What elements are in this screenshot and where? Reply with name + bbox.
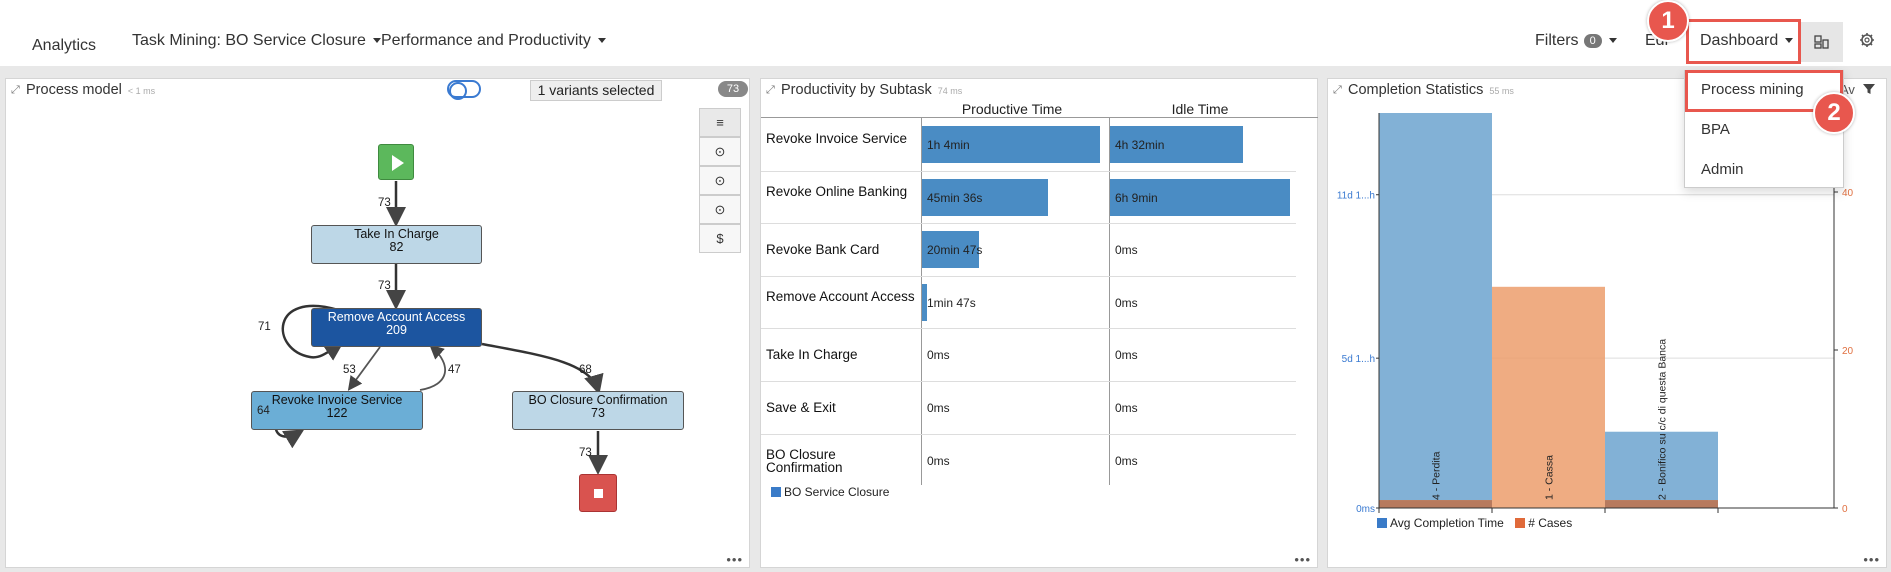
- productive-value: 45min 36s: [927, 190, 983, 205]
- y-right-tick-label: 40: [1842, 188, 1854, 199]
- row-label: Remove Account Access: [766, 288, 915, 304]
- row-divider: [761, 328, 1296, 330]
- y-left-tick-label: 5d 1...h: [1342, 354, 1375, 365]
- row-divider: [761, 170, 1296, 172]
- row-label: Take In Charge: [766, 347, 858, 363]
- expand-icon[interactable]: ⤢: [766, 84, 775, 97]
- edge-label: 73: [579, 447, 592, 459]
- layout-icon: [1814, 35, 1829, 49]
- node-take-in-charge[interactable]: Take In Charge 82: [311, 225, 482, 264]
- idle-value: 0ms: [1115, 295, 1138, 310]
- idle-value: 0ms: [1115, 453, 1138, 468]
- y-right-tick-label: 0: [1842, 504, 1848, 515]
- legend-swatch: [771, 487, 781, 497]
- y-left-tick-label: 0ms: [1356, 504, 1375, 515]
- row-label: Revoke Invoice Service: [766, 131, 908, 146]
- edge-label: 73: [378, 280, 391, 292]
- overlap-bar: [1605, 500, 1718, 508]
- axis-idle: [1109, 117, 1110, 485]
- legend-swatch-avg: [1377, 518, 1387, 528]
- legend-swatch-cases: [1515, 518, 1526, 528]
- row-divider: [761, 433, 1296, 435]
- highlight-dashboard: [1686, 19, 1801, 64]
- row-label: BO Closure Confirmation: [766, 446, 843, 475]
- category-label: 2 - Bonifico su c/c di questa Banca: [1657, 339, 1669, 500]
- filters-count-badge: 0: [1583, 34, 1602, 48]
- end-node[interactable]: [579, 474, 617, 512]
- row-label: Revoke Online Banking: [766, 183, 908, 199]
- node-remove-account-access[interactable]: Remove Account Access 209: [311, 308, 482, 347]
- productive-value: 20min 47s: [927, 243, 983, 258]
- edge-label: 71: [258, 321, 271, 333]
- category-label: 4 - Perdita: [1431, 451, 1443, 500]
- header-divider: [761, 117, 1318, 118]
- filters-menu[interactable]: Filters 0: [1535, 32, 1617, 50]
- idle-value: 0ms: [1115, 243, 1138, 258]
- completion-legend: Avg Completion Time # Cases: [1377, 516, 1572, 530]
- productive-value: 1min 47s: [927, 295, 976, 310]
- column-header-idle: Idle Time: [1171, 101, 1229, 117]
- edge-label: 53: [343, 364, 356, 376]
- settings-button[interactable]: [1847, 22, 1891, 62]
- productivity-legend: BO Service Closure: [771, 485, 889, 499]
- row-divider: [761, 223, 1296, 225]
- row-divider: [761, 275, 1296, 277]
- productive-value: 0ms: [927, 453, 950, 468]
- idle-value: 4h 32min: [1115, 138, 1165, 152]
- y-right-tick-label: 20: [1842, 346, 1854, 357]
- step-marker-2: 2: [1813, 92, 1855, 134]
- menu-item-admin[interactable]: Admin: [1685, 151, 1845, 189]
- node-bo-closure-confirmation[interactable]: BO Closure Confirmation 73: [512, 391, 684, 430]
- idle-value: 0ms: [1115, 401, 1138, 415]
- node-revoke-invoice-service[interactable]: Revoke Invoice Service 122: [251, 391, 423, 430]
- edge-label: 73: [378, 197, 391, 209]
- row-divider: [761, 381, 1296, 382]
- column-header-productive: Productive Time: [961, 101, 1063, 117]
- idle-value: 0ms: [1115, 348, 1138, 363]
- edge-label: 64: [257, 405, 270, 417]
- edge-label: 47: [448, 364, 461, 376]
- category-label: 1 - Cassa: [1544, 455, 1556, 500]
- row-label: Revoke Bank Card: [766, 242, 880, 258]
- productive-value: 0ms: [927, 401, 950, 415]
- idle-value: 6h 9min: [1115, 190, 1158, 205]
- start-node[interactable]: [378, 144, 414, 180]
- chevron-down-icon: [1608, 38, 1617, 44]
- row-label: Save & Exit: [766, 400, 836, 415]
- edge-label: 68: [579, 364, 592, 376]
- overlap-bar: [1379, 500, 1492, 508]
- avg-bar[interactable]: [1379, 113, 1492, 508]
- step-marker-1: 1: [1647, 0, 1689, 42]
- productive-value: 0ms: [927, 348, 950, 363]
- productive-value: 1h 4min: [927, 138, 970, 152]
- gear-icon: [1860, 33, 1874, 47]
- layout-icon-button[interactable]: [1799, 22, 1843, 62]
- more-options-icon[interactable]: •••: [1294, 552, 1311, 567]
- panel-title: Productivity by Subtask 74 ms: [781, 82, 963, 98]
- y-left-tick-label: 11d 1...h: [1337, 191, 1375, 202]
